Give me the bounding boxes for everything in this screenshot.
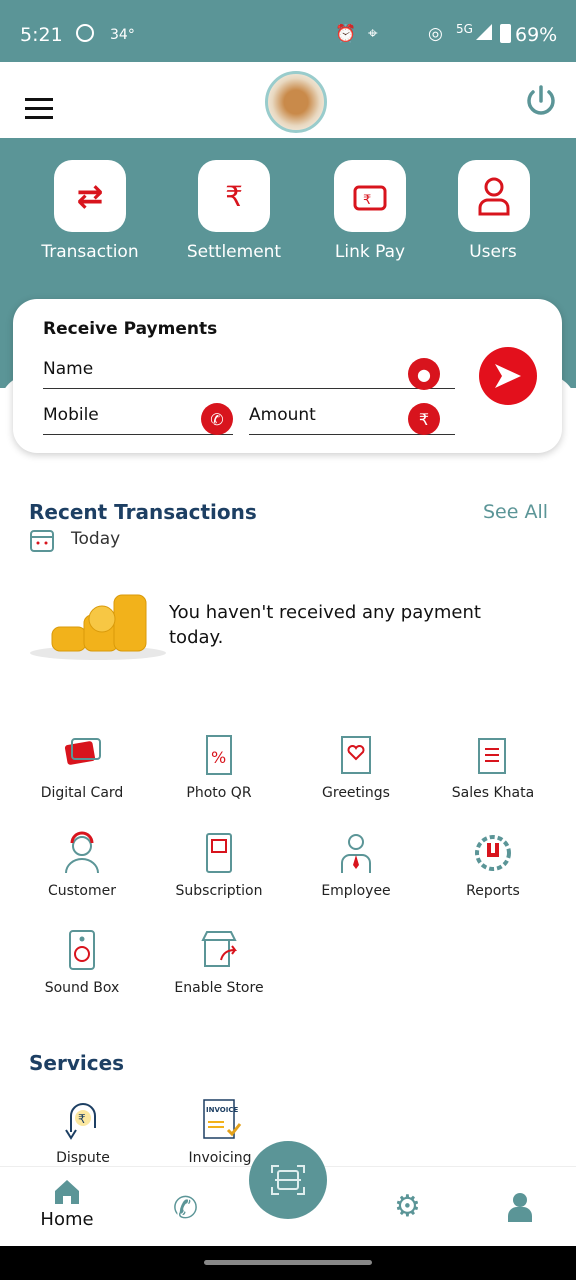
- transfer-icon: ⇄: [54, 160, 126, 232]
- nav-profile-icon[interactable]: [506, 1191, 534, 1223]
- phone-icon: ✆: [201, 403, 233, 435]
- customer-icon: [65, 831, 99, 874]
- feature-label: Customer: [47, 883, 116, 899]
- feature-digital-card[interactable]: Digital Card: [14, 733, 150, 801]
- enable-store-icon: [201, 931, 237, 967]
- scan-qr-button[interactable]: [249, 1141, 327, 1219]
- home-icon: [55, 1180, 79, 1204]
- calendar-icon: [30, 530, 54, 552]
- battery-level: 69%: [515, 24, 558, 46]
- nav-phone-icon[interactable]: ✆: [173, 1191, 198, 1226]
- feature-enable-store[interactable]: Enable Store: [151, 928, 287, 996]
- quick-action-label: Settlement: [186, 242, 282, 262]
- svg-text:INVOICE: INVOICE: [206, 1106, 238, 1114]
- service-label: Dispute: [56, 1150, 110, 1166]
- feature-label: Sales Khata: [451, 785, 535, 801]
- employee-icon: [341, 834, 371, 873]
- feature-label: Enable Store: [174, 980, 264, 996]
- quick-action-transaction[interactable]: ⇄ Transaction: [20, 160, 160, 262]
- scan-icon: [271, 1165, 305, 1195]
- recent-transactions-title: Recent Transactions: [29, 500, 257, 524]
- location-icon: ⌖: [368, 24, 378, 44]
- weather-icon: [76, 24, 94, 42]
- digital-card-icon: [64, 738, 101, 765]
- service-label: Invoicing: [188, 1150, 252, 1166]
- feature-subscription[interactable]: Subscription: [151, 831, 287, 899]
- nav-home-label: Home: [40, 1209, 94, 1230]
- quick-action-users[interactable]: Users: [423, 160, 563, 262]
- svg-text:₹: ₹: [78, 1112, 86, 1126]
- hotspot-icon: ◎: [428, 24, 443, 44]
- reports-icon: [475, 835, 511, 871]
- settlement-icon: ₹: [198, 160, 270, 232]
- svg-text:₹: ₹: [363, 193, 371, 208]
- quick-action-settlement[interactable]: ₹ Settlement: [164, 160, 304, 262]
- home-gesture-handle[interactable]: [204, 1260, 372, 1265]
- app-header: [0, 62, 576, 138]
- dispute-icon: ₹: [65, 1103, 96, 1140]
- invoice-icon: INVOICE: [203, 1099, 242, 1139]
- feature-label: Greetings: [322, 785, 390, 801]
- person-icon: ●: [408, 358, 440, 390]
- see-all-link[interactable]: See All: [483, 501, 548, 523]
- feature-reports[interactable]: Reports: [425, 831, 561, 899]
- feature-employee[interactable]: Employee: [288, 831, 424, 899]
- sales-khata-icon: [478, 738, 506, 774]
- quick-action-label: Link Pay: [334, 242, 406, 262]
- feature-label: Employee: [321, 883, 391, 899]
- coins-illustration: [30, 594, 166, 660]
- subscription-icon: [206, 833, 232, 873]
- alarm-icon: ⏰: [335, 24, 357, 44]
- feature-greetings[interactable]: Greetings: [288, 733, 424, 801]
- service-dispute[interactable]: ₹ Dispute: [15, 1098, 151, 1166]
- feature-label: Subscription: [175, 883, 263, 899]
- network-type: 5G: [456, 22, 473, 36]
- nav-home[interactable]: Home: [30, 1177, 104, 1230]
- svg-text:%: %: [211, 748, 226, 767]
- feature-label: Sound Box: [44, 980, 120, 996]
- empty-transactions-message: You haven't received any payment today.: [169, 602, 481, 648]
- card-title: Receive Payments: [43, 319, 218, 339]
- wallet-icon: ₹: [334, 160, 406, 232]
- feature-sales-khata[interactable]: Sales Khata: [425, 733, 561, 801]
- battery-icon: [500, 24, 511, 43]
- emblem-logo: [265, 71, 327, 133]
- status-bar: 5:21 34° ⏰ ⌖ ◎ 5G 69%: [0, 0, 576, 62]
- name-input[interactable]: Name: [43, 359, 455, 389]
- power-icon[interactable]: [524, 84, 558, 118]
- photo-qr-icon: %: [206, 735, 232, 775]
- status-time: 5:21: [20, 24, 63, 46]
- submit-payment-button[interactable]: [479, 347, 537, 405]
- amount-placeholder: Amount: [249, 405, 316, 425]
- arrow-right-icon: [495, 364, 521, 388]
- services-title: Services: [29, 1051, 125, 1075]
- nav-settings-icon[interactable]: ⚙: [394, 1189, 421, 1224]
- feature-label: Reports: [466, 883, 520, 899]
- receive-payments-card: Receive Payments Name ● Mobile ✆ Amount …: [13, 299, 562, 453]
- feature-sound-box[interactable]: Sound Box: [14, 928, 150, 996]
- system-nav-bar: [0, 1246, 576, 1280]
- quick-action-label: Users: [469, 242, 517, 262]
- user-icon: [458, 160, 530, 232]
- feature-label: Digital Card: [40, 785, 124, 801]
- signal-icon: [476, 24, 492, 40]
- feature-label: Photo QR: [186, 785, 252, 801]
- period-label: Today: [71, 529, 121, 549]
- greetings-icon: [341, 736, 371, 774]
- name-placeholder: Name: [43, 359, 94, 379]
- hamburger-icon[interactable]: [25, 98, 53, 119]
- feature-customer[interactable]: Customer: [14, 831, 150, 899]
- quick-action-label: Transaction: [41, 242, 139, 262]
- quick-action-link-pay[interactable]: ₹ Link Pay: [300, 160, 440, 262]
- status-temp: 34°: [110, 27, 135, 43]
- sound-box-icon: [69, 930, 95, 970]
- rupee-icon: ₹: [408, 403, 440, 435]
- mobile-placeholder: Mobile: [43, 405, 99, 425]
- feature-photo-qr[interactable]: % Photo QR: [151, 733, 287, 801]
